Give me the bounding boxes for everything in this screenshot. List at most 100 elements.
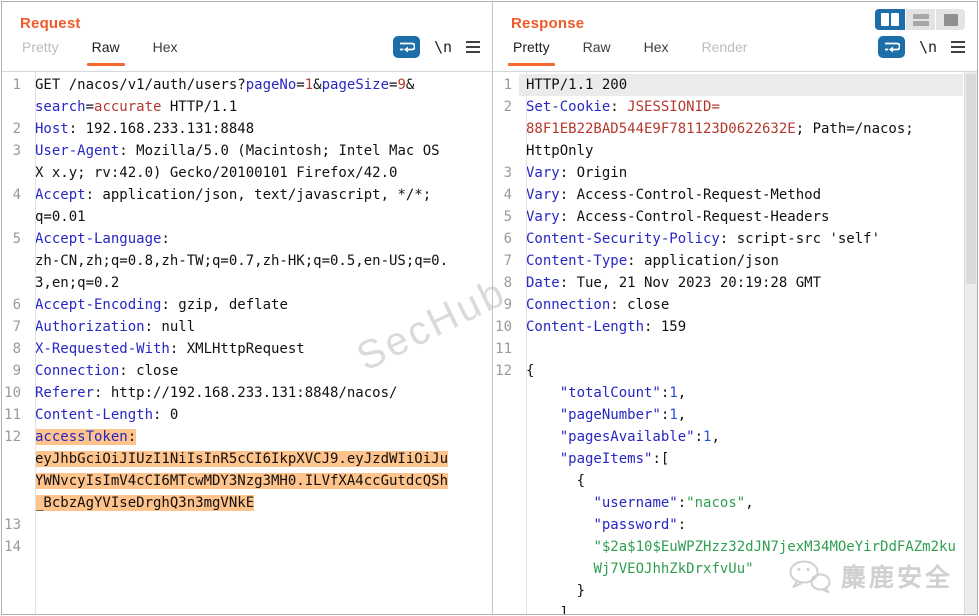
layout-switcher — [875, 9, 965, 30]
code-segment: : Origin — [559, 165, 628, 181]
request-tab-raw[interactable]: Raw — [86, 35, 125, 67]
code-line: 5 Vary: Access-Control-Request-Headers — [493, 206, 977, 228]
code-segment: "nacos" — [686, 495, 746, 511]
show-newlines-button[interactable]: \n — [434, 38, 452, 56]
line-number — [493, 118, 519, 140]
line-number — [493, 602, 519, 614]
code-segment: Accept — [35, 187, 86, 203]
code-segment: _BcbzAgYVIseDrghQ3n3mgVNkE — [35, 495, 255, 511]
response-tab-pretty[interactable]: Pretty — [508, 35, 555, 67]
response-scrollbar[interactable] — [964, 72, 977, 614]
code-segment: ; Path=/nacos; — [795, 121, 914, 137]
editor-menu-button[interactable] — [466, 39, 480, 55]
word-wrap-button[interactable] — [877, 36, 905, 58]
layout-single-button[interactable] — [935, 9, 965, 30]
response-header: Response Pretty Raw Hex Render \n — [493, 2, 977, 72]
show-newlines-button[interactable]: \n — [919, 38, 937, 56]
code-line: 8 X-Requested-With: XMLHttpRequest — [2, 338, 492, 360]
response-editor[interactable]: 1 HTTP/1.1 200 2 Set-Cookie: JSESSIONID= 88F… — [493, 72, 977, 614]
code-line: ] — [493, 602, 977, 614]
code-text: { — [519, 470, 977, 492]
columns-view-icon — [881, 13, 889, 26]
request-editor[interactable]: 1 GET /nacos/v1/auth/users?pageNo=1&pageS… — [2, 72, 492, 614]
code-text: GET /nacos/v1/auth/users?pageNo=1&pageSi… — [28, 74, 492, 96]
code-segment: HTTP/1.1 — [161, 99, 238, 115]
line-number: 3 — [12, 143, 21, 159]
code-segment: accessToken — [35, 429, 128, 445]
response-toolbar: \n — [877, 36, 965, 67]
code-text: "password": — [519, 514, 977, 536]
line-number: 6 — [503, 231, 512, 247]
code-segment: YWNvcyIsImV4cCI6MTcwMDY3Nzg3MH0.ILVfXA4c… — [35, 473, 449, 489]
line-number — [493, 382, 519, 404]
code-segment: 1 — [669, 407, 678, 423]
layout-rows-button[interactable] — [905, 9, 935, 30]
code-segment: : — [127, 429, 137, 445]
code-segment: : application/json, text/javascript, */*… — [85, 187, 432, 203]
code-segment: , — [745, 495, 754, 511]
line-number: 4 — [12, 187, 21, 203]
code-line: "pageNumber":1, — [493, 404, 977, 426]
code-segment: "pageNumber" — [559, 407, 661, 423]
code-text: X-Requested-With: XMLHttpRequest — [28, 338, 492, 360]
rows-view-icon — [912, 20, 929, 26]
line-number: 10 — [495, 319, 512, 335]
response-tab-hex[interactable]: Hex — [642, 35, 671, 67]
code-segment: 88F1EB22BAD544E9F781123D0622632E — [526, 121, 796, 137]
code-text: Accept-Language: — [28, 228, 492, 250]
code-segment: Accept-Language — [35, 231, 162, 247]
response-tab-render[interactable]: Render — [700, 35, 750, 67]
code-line: 11 Content-Length: 0 — [2, 404, 492, 426]
code-segment: JSESSIONID= — [627, 99, 720, 115]
code-text: User-Agent: Mozilla/5.0 (Macintosh; Inte… — [28, 140, 492, 162]
layout-columns-button[interactable] — [875, 9, 905, 30]
code-segment: : 192.168.233.131:8848 — [68, 121, 255, 137]
line-number: 8 — [12, 341, 21, 357]
line-number: 8 — [503, 275, 512, 291]
code-line: 12 { — [493, 360, 977, 382]
line-number: 6 — [12, 297, 21, 313]
request-tabs-row: Pretty Raw Hex \n — [20, 35, 480, 67]
code-segment: Content-Security-Policy — [526, 231, 720, 247]
line-number: 11 — [495, 341, 512, 357]
code-segment: Host — [35, 121, 69, 137]
code-line: 13 — [2, 514, 492, 536]
code-segment: Content-Type — [526, 253, 628, 269]
code-segment: , — [711, 429, 720, 445]
code-segment: 9 — [397, 77, 406, 93]
code-line: 6 Accept-Encoding: gzip, deflate — [2, 294, 492, 316]
scrollbar-thumb[interactable] — [966, 74, 976, 284]
word-wrap-button[interactable] — [392, 36, 420, 58]
code-segment: : http://192.168.233.131:8848/nacos/ — [94, 385, 398, 401]
code-line: 4 Accept: application/json, text/javascri… — [2, 184, 492, 206]
code-segment: Content-Length — [526, 319, 645, 335]
request-toolbar: \n — [392, 36, 480, 67]
code-line: 7 Authorization: null — [2, 316, 492, 338]
request-header: Request Pretty Raw Hex \n — [2, 2, 492, 72]
word-wrap-icon — [884, 42, 900, 53]
code-segment: Content-Length — [35, 407, 154, 423]
code-segment: zh-CN,zh;q=0.8,zh-TW;q=0.7,zh-HK;q=0.5,e… — [35, 253, 449, 269]
editor-menu-button[interactable] — [951, 39, 965, 55]
code-text: ] — [519, 602, 977, 614]
line-number — [493, 558, 519, 580]
code-segment: eyJhbGciOiJIUzI1NiIsInR5cCI6IkpXVCJ9.eyJ… — [35, 451, 449, 467]
code-segment: X x.y; rv:42.0) Gecko/20100101 Firefox/4… — [35, 165, 398, 181]
code-segment: : — [161, 231, 170, 247]
response-tab-raw[interactable]: Raw — [581, 35, 613, 67]
request-tab-pretty[interactable]: Pretty — [20, 35, 61, 67]
code-segment: : script-src 'self' — [719, 231, 881, 247]
code-text: Vary: Origin — [519, 162, 977, 184]
line-number — [493, 470, 519, 492]
code-line: "pageItems":[ — [493, 448, 977, 470]
line-number: 1 — [12, 77, 21, 93]
hamburger-icon — [951, 41, 965, 53]
code-segment: = — [85, 99, 95, 115]
code-segment: GET /nacos/v1/auth/users? — [35, 77, 246, 93]
request-tab-hex[interactable]: Hex — [151, 35, 180, 67]
